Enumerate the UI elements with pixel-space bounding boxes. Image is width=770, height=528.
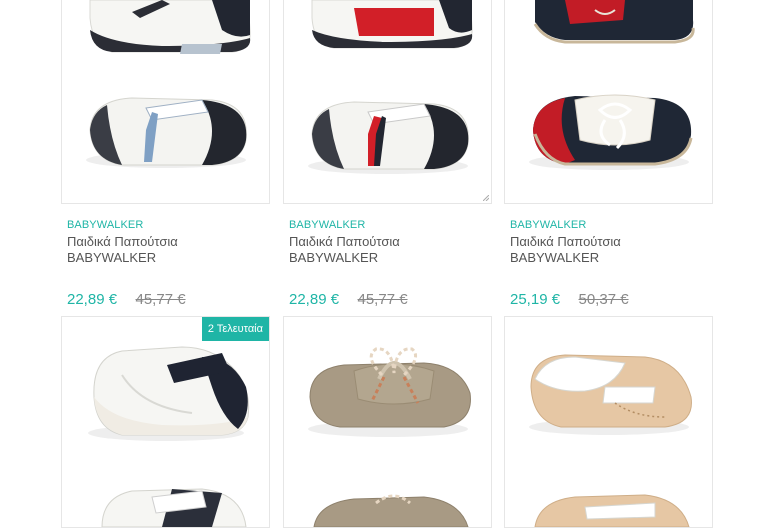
product-card[interactable] — [504, 316, 713, 528]
product-prices: 22,89 € 45,77 € — [67, 291, 270, 309]
product-brand[interactable]: BABYWALKER — [67, 219, 270, 232]
product-image[interactable]: 2 Τελευταία — [61, 316, 270, 528]
shoe-image-icon — [88, 346, 250, 527]
price-old: 45,77 € — [357, 291, 408, 308]
product-name[interactable]: Παιδικά Παπούτσια BABYWALKER — [67, 234, 270, 266]
product-brand[interactable]: BABYWALKER — [289, 219, 492, 232]
product-name[interactable]: Παιδικά Παπούτσια BABYWALKER — [289, 234, 492, 266]
price-new: 25,19 € — [510, 291, 561, 308]
shoe-image-icon — [529, 0, 695, 170]
shoe-image-icon — [529, 354, 692, 527]
product-image[interactable] — [504, 316, 713, 528]
price-new: 22,89 € — [67, 291, 118, 308]
product-image[interactable] — [504, 0, 713, 204]
stock-badge: 2 Τελευταία — [201, 317, 269, 341]
resize-handle-icon — [483, 195, 489, 201]
product-card[interactable] — [283, 316, 492, 528]
product-brand[interactable]: BABYWALKER — [510, 219, 713, 232]
product-card[interactable]: 2 Τελευταία — [61, 316, 270, 528]
product-image[interactable] — [61, 0, 270, 204]
product-prices: 25,19 € 50,37 € — [510, 291, 713, 309]
product-name[interactable]: Παιδικά Παπούτσια BABYWALKER — [510, 234, 713, 266]
product-image[interactable] — [283, 316, 492, 528]
product-prices: 22,89 € 45,77 € — [289, 291, 492, 309]
product-card[interactable]: BABYWALKER Παιδικά Παπούτσια BABYWALKER … — [61, 0, 270, 309]
product-image[interactable] — [283, 0, 492, 204]
shoe-image-icon — [308, 347, 471, 527]
shoe-image-icon — [308, 0, 473, 174]
product-grid: BABYWALKER Παιδικά Παπούτσια BABYWALKER … — [0, 0, 770, 528]
product-card[interactable]: BABYWALKER Παιδικά Παπούτσια BABYWALKER … — [504, 0, 713, 309]
price-old: 50,37 € — [578, 291, 629, 308]
price-new: 22,89 € — [289, 291, 340, 308]
product-card[interactable]: BABYWALKER Παιδικά Παπούτσια BABYWALKER … — [283, 0, 492, 309]
price-old: 45,77 € — [135, 291, 186, 308]
shoe-image-icon — [86, 0, 251, 168]
